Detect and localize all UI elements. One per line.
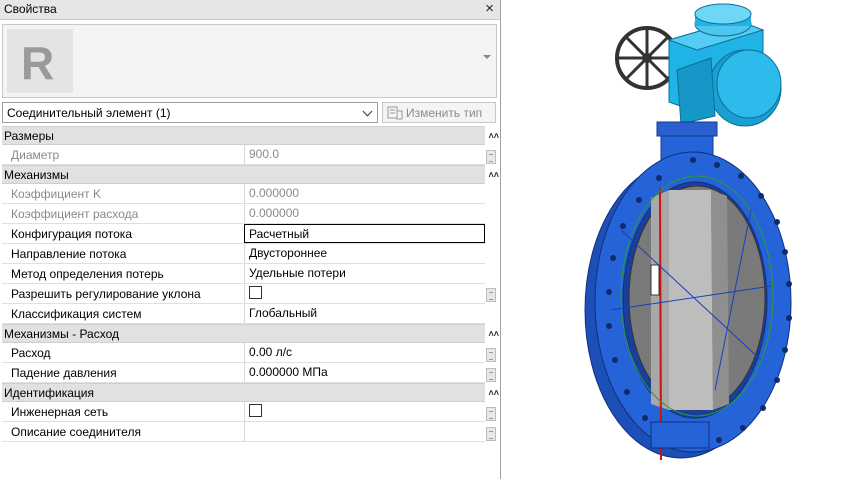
palette-title: Свойства — [4, 2, 57, 16]
property-label: Конфигурация потока — [11, 227, 132, 241]
properties-grid: Размеры ˄˄ Диаметр 900.0 Механизмы ˄˄ Коэффици… — [2, 126, 499, 442]
revit-logo: R — [7, 29, 73, 93]
handwheel — [615, 26, 679, 90]
section-header[interactable]: Механизмы - Расход ˄˄ — [2, 324, 499, 343]
close-icon[interactable]: × — [485, 0, 494, 18]
property-row: Метод определения потерь Удельные потери — [2, 264, 485, 284]
property-row: Направление потока Двустороннее — [2, 244, 485, 264]
property-value[interactable]: 0.00 л/с — [244, 343, 485, 362]
property-value: 900.0 — [244, 145, 485, 164]
row-scroll-grip[interactable] — [486, 407, 496, 421]
actuator — [667, 3, 782, 127]
property-value[interactable] — [244, 422, 485, 441]
chevron-down-icon — [362, 106, 373, 117]
valve-model-view[interactable] — [501, 0, 843, 479]
palette-titlebar: Свойства × — [0, 0, 500, 20]
section-title: Размеры — [4, 129, 54, 143]
property-row: Разрешить регулирование уклона — [2, 284, 485, 304]
property-row: Конфигурация потока Расчетный — [2, 224, 485, 244]
property-label: Классификация систем — [11, 307, 142, 321]
property-value[interactable]: Удельные потери — [244, 264, 485, 283]
property-label: Инженерная сеть — [11, 405, 109, 419]
section-title: Идентификация — [4, 386, 94, 400]
row-scroll-grip[interactable] — [486, 427, 496, 441]
row-scroll-grip[interactable] — [486, 368, 496, 382]
property-checkbox-cell[interactable] — [244, 402, 485, 421]
property-row: Диаметр 900.0 — [2, 145, 485, 165]
section-header[interactable]: Идентификация ˄˄ — [2, 383, 499, 402]
row-scroll-grip[interactable] — [486, 288, 496, 302]
butterfly-valve-3d — [584, 3, 792, 461]
edit-type-label: Изменить тип — [406, 106, 483, 120]
property-value[interactable]: Расчетный — [244, 224, 485, 243]
property-label: Направление потока — [11, 247, 127, 261]
property-label: Описание соединителя — [11, 425, 141, 439]
edit-type-button[interactable]: Изменить тип — [382, 102, 496, 123]
row-scroll-grip[interactable] — [486, 348, 496, 362]
property-row: Падение давления 0.000000 МПа — [2, 363, 485, 383]
property-label: Метод определения потерь — [11, 267, 164, 281]
section-header[interactable]: Размеры ˄˄ — [2, 126, 499, 145]
section-title: Механизмы - Расход — [4, 327, 120, 341]
type-selector-value: Соединительный элемент (1) — [7, 106, 171, 120]
checkbox[interactable] — [249, 286, 262, 300]
section-title: Механизмы — [4, 168, 69, 182]
section-header[interactable]: Механизмы ˄˄ — [2, 165, 499, 184]
property-row: Классификация систем Глобальный — [2, 304, 485, 324]
property-value: 0.000000 — [244, 184, 485, 203]
property-value[interactable]: 0.000000 МПа — [244, 363, 485, 382]
property-row: Коэффициент K 0.000000 — [2, 184, 485, 204]
row-scroll-grip[interactable] — [486, 150, 496, 164]
property-label: Диаметр — [11, 148, 60, 162]
property-label: Коэффициент K — [11, 187, 101, 201]
property-value[interactable]: Двустороннее — [244, 244, 485, 263]
logo-letter: R — [21, 37, 54, 89]
property-label: Падение давления — [11, 366, 117, 380]
property-row: Коэффициент расхода 0.000000 — [2, 204, 485, 224]
property-row: Расход 0.00 л/с — [2, 343, 485, 363]
edit-type-icon — [387, 106, 403, 123]
property-row: Инженерная сеть — [2, 402, 485, 422]
property-checkbox-cell[interactable] — [244, 284, 485, 303]
property-label: Разрешить регулирование уклона — [11, 287, 201, 301]
property-label: Расход — [11, 346, 51, 360]
checkbox[interactable] — [249, 404, 262, 418]
type-preview[interactable]: R — [2, 24, 497, 98]
type-selector[interactable]: Соединительный элемент (1) — [2, 102, 378, 123]
property-label: Коэффициент расхода — [11, 207, 139, 221]
properties-palette: Свойства × R Соединительный элемент (1) — [0, 0, 501, 479]
property-value: 0.000000 — [244, 204, 485, 223]
preview-dropdown-icon[interactable] — [483, 55, 491, 59]
grid-scroll-controls — [485, 126, 499, 479]
valve-foot — [650, 421, 710, 449]
property-row: Описание соединителя — [2, 422, 485, 442]
property-value[interactable]: Глобальный — [244, 304, 485, 323]
